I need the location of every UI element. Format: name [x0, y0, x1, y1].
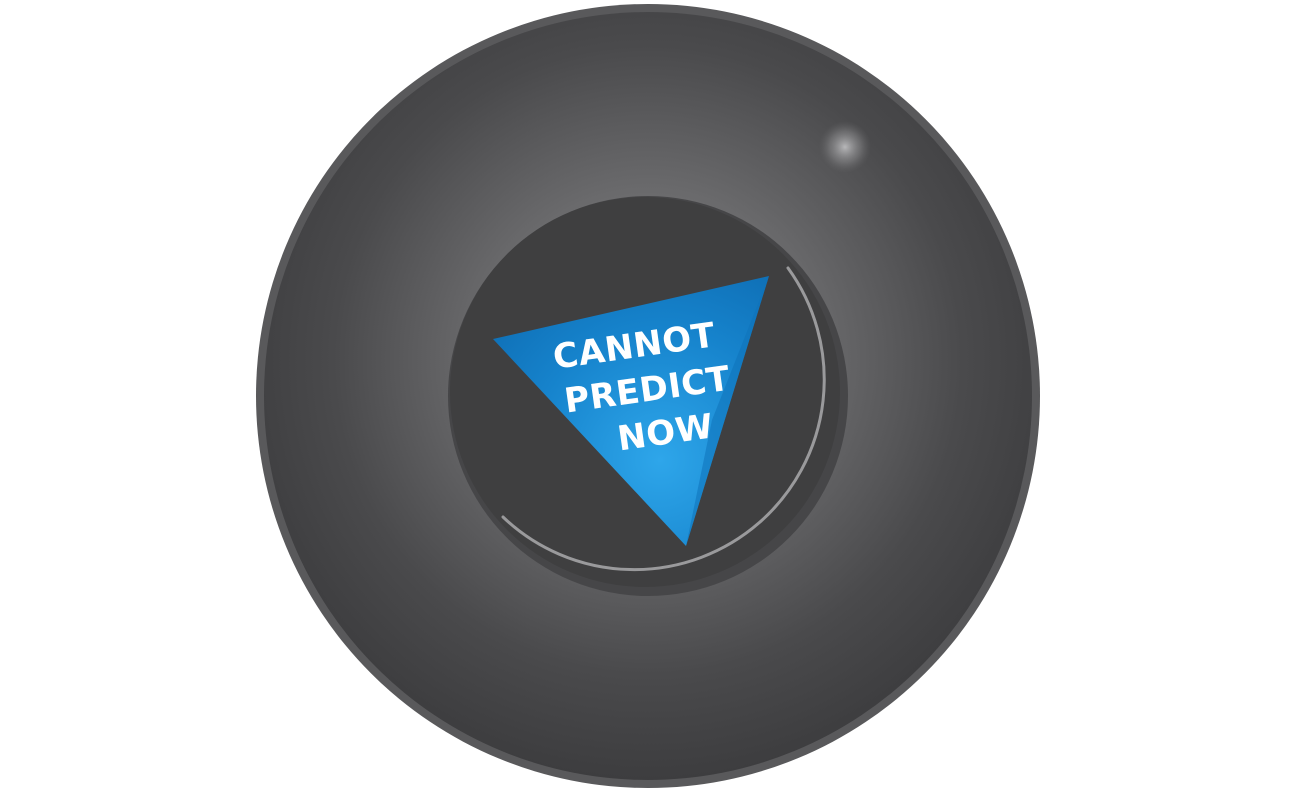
glare-highlight-icon [819, 121, 871, 173]
magic-8-ball-scene: CANNOT PREDICT NOW [256, 4, 1040, 788]
